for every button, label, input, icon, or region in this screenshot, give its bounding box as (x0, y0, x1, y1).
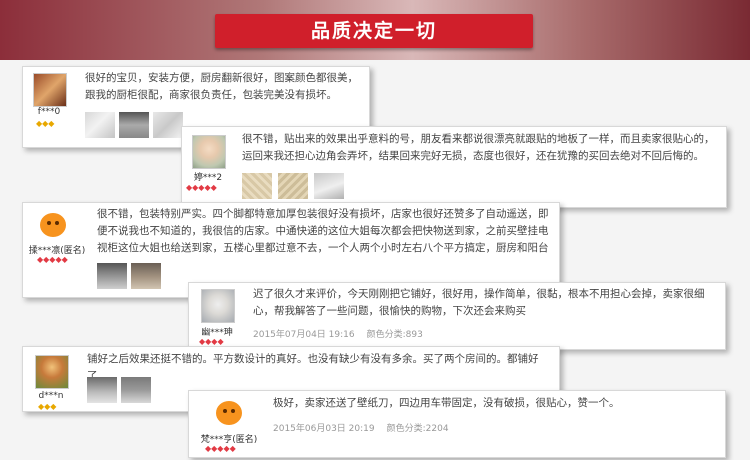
taobao-default-icon (40, 213, 66, 237)
reviewer-name[interactable]: f***0 (25, 107, 73, 117)
reviewer-name[interactable]: d***n (25, 391, 77, 401)
review-card: 婷***2 ◆◆◆◆◆ 很不错，贴出来的效果出乎意料的号，朋友看来都说很漂亮就跟… (181, 126, 727, 208)
buyer-rank-badge: ◆◆◆◆◆ (37, 255, 68, 264)
avatar[interactable] (192, 135, 226, 169)
color-spec: 颜色分类:893 (366, 330, 423, 340)
avatar[interactable] (35, 355, 69, 389)
review-text: 极好，卖家还送了壁纸刀，四边用车带固定，没有破损，很贴心，赞一个。 (273, 397, 620, 409)
review-photo[interactable] (119, 112, 149, 138)
review-photo[interactable] (278, 173, 308, 199)
banner-title: 品质决定一切 (310, 20, 437, 42)
review-date: 2015年07月04日 19:16 (253, 330, 355, 340)
buyer-rank-badge: ◆◆◆◆◆ (186, 183, 217, 192)
review-meta: 2015年06月03日 20:19 颜色分类:2204 (273, 421, 449, 434)
buyer-rank-badge: ◆◆◆◆◆ (205, 444, 236, 453)
avatar[interactable] (37, 209, 69, 241)
buyer-rank-badge: ◆◆◆ (38, 402, 57, 411)
review-card: 梵***亨(匿名) ◆◆◆◆◆ 极好，卖家还送了壁纸刀，四边用车带固定，没有破损… (188, 390, 726, 458)
review-card: 幽***珅 ◆◆◆◆ 迟了很久才来评价，今天刚刚把它铺好，很好用，操作简单，很黏… (188, 282, 726, 350)
review-photo[interactable] (85, 112, 115, 138)
review-photo[interactable] (97, 263, 127, 289)
reviewer-name[interactable]: 婷***2 (184, 170, 232, 183)
color-spec: 颜色分类:2204 (386, 424, 449, 434)
review-photo[interactable] (131, 263, 161, 289)
avatar[interactable] (213, 397, 245, 429)
review-text: 很好的宝贝，安装方便，厨房翻新很好，图案颜色都很美，跟我的厨柜很配，商家很负责任… (85, 72, 358, 101)
review-photo[interactable] (153, 112, 183, 138)
review-text: 很不错，包装特别严实。四个脚都特意加厚包装很好没有损坏，店家也很好还赞多了自动遥… (97, 208, 549, 254)
review-text: 很不错，贴出来的效果出乎意料的号，朋友看来都说很漂亮就跟贴的地板了一样，而且卖家… (242, 133, 715, 162)
taobao-default-icon (216, 401, 242, 425)
buyer-rank-badge: ◆◆◆ (36, 119, 55, 128)
buyer-rank-badge: ◆◆◆◆ (199, 337, 224, 346)
review-text: 铺好之后效果还挺不错的。平方数设计的真好。也没有缺少有没有多余。买了两个房间的。… (87, 353, 539, 382)
avatar[interactable] (33, 73, 67, 107)
review-photo[interactable] (242, 173, 272, 199)
review-date: 2015年06月03日 20:19 (273, 424, 375, 434)
review-photo[interactable] (121, 377, 151, 403)
avatar[interactable] (201, 289, 235, 323)
review-photo[interactable] (314, 173, 344, 199)
review-text: 迟了很久才来评价，今天刚刚把它铺好，很好用，操作简单，很黏，根本不用担心会掉，卖… (253, 288, 705, 317)
review-meta: 2015年07月04日 19:16 颜色分类:893 (253, 327, 423, 340)
review-photo[interactable] (87, 377, 117, 403)
quality-banner: 品质决定一切 (215, 14, 533, 48)
